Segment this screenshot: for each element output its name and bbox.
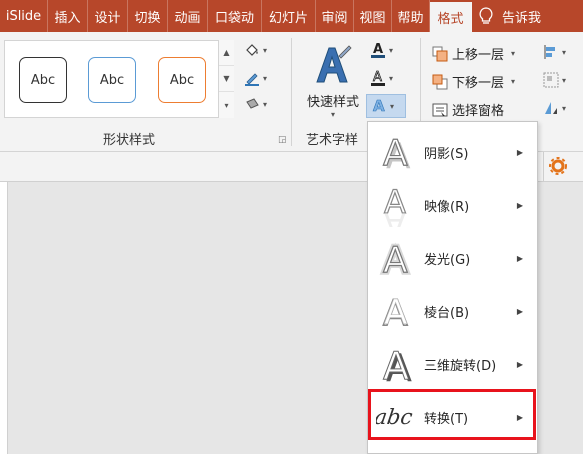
reflection-a-icon: A A [374,179,418,231]
shadow-a-icon: A A [374,126,418,178]
lightbulb-icon[interactable] [472,0,500,32]
selection-pane-icon [432,102,448,118]
slide-thumbnail-pane [0,182,8,454]
shape-effects-button[interactable]: ▾ [244,94,284,114]
svg-text:A: A [373,70,382,85]
svg-text:A: A [384,293,407,331]
glow-a-icon: A A [374,232,418,284]
3d-rotation-a-icon: A A [374,338,418,390]
shape-styles-gallery: Abc Abc Abc [4,40,234,118]
svg-text:A: A [373,97,385,115]
text-fill-button[interactable]: A ▾ [370,40,410,60]
align-icon [543,44,559,60]
shape-effects-icon [244,96,260,112]
shape-style-preset[interactable]: Abc [19,57,67,103]
group-objects-icon [543,72,559,88]
group-objects-button[interactable]: ▾ [543,70,579,90]
quick-styles-button[interactable]: 快速样式 ▾ [302,42,364,119]
svg-text:A: A [383,133,408,172]
rotate-icon [543,100,559,116]
selection-pane-button[interactable]: 选择窗格 [432,100,504,119]
svg-text:A: A [384,205,406,227]
tab-islide[interactable]: iSlide [0,0,48,32]
text-fill-a-icon: A [370,42,386,58]
dialog-launcher-icon[interactable]: ◲ [278,135,287,145]
align-button[interactable]: ▾ [543,42,579,62]
bring-forward-icon [432,46,448,62]
bevel-a-icon: A A [374,285,418,337]
tab-design[interactable]: 设计 [88,0,128,32]
shape-style-preset[interactable]: Abc [158,57,206,103]
svg-text:A: A [383,344,409,385]
transform-highlight-box [368,389,536,440]
text-effects-a-icon: A [371,97,387,115]
tab-transitions[interactable]: 切换 [128,0,168,32]
shape-fill-button[interactable]: ▾ [244,40,284,60]
islide-gear-icon[interactable] [549,157,567,178]
text-outline-button[interactable]: A ▾ [370,68,410,88]
shape-styles-group-label: 形状样式 [103,133,156,148]
tab-format[interactable]: 格式 [430,2,472,32]
menu-item-shadow[interactable]: A A 阴影(S) ▶ [368,126,537,178]
svg-text:A: A [373,42,383,57]
submenu-arrow-icon: ▶ [516,306,523,316]
tab-pocket-animation[interactable]: 口袋动 [208,0,262,32]
wordart-group-label: 艺术字样 [306,133,359,148]
tab-review[interactable]: 审阅 [316,0,354,32]
group-divider [291,38,292,146]
svg-text:A: A [383,240,408,278]
gallery-up-icon[interactable]: ▲ [219,40,234,66]
gallery-more-icon[interactable]: ▾ [219,92,234,118]
rotate-button[interactable]: ▾ [543,98,579,118]
submenu-arrow-icon: ▶ [516,359,523,369]
menu-item-glow[interactable]: A A 发光(G) ▶ [368,232,537,284]
shape-style-preset[interactable]: Abc [88,57,136,103]
pen-outline-icon [244,70,260,86]
submenu-arrow-icon: ▶ [516,253,523,263]
tab-insert[interactable]: 插入 [48,0,88,32]
tell-me-search[interactable]: 告诉我 [500,0,541,32]
shape-outline-button[interactable]: ▾ [244,68,284,88]
submenu-arrow-icon: ▶ [516,200,523,210]
send-backward-button[interactable]: 下移一层 ▾ [432,72,515,91]
tab-slideshow[interactable]: 幻灯片 [262,0,316,32]
gallery-down-icon[interactable]: ▼ [219,66,234,92]
text-effects-button[interactable]: A ▾ [366,94,406,118]
menu-item-reflection[interactable]: A A 映像(R) ▶ [368,179,537,231]
menu-item-bevel[interactable]: A A 棱台(B) ▶ [368,285,537,337]
text-outline-a-icon: A [370,70,386,86]
gallery-scrollbar[interactable]: ▲ ▼ ▾ [218,40,234,118]
paint-bucket-icon [244,42,260,58]
send-backward-icon [432,74,448,90]
submenu-arrow-icon: ▶ [516,147,523,157]
bring-forward-button[interactable]: 上移一层 ▾ [432,44,515,63]
tab-animations[interactable]: 动画 [168,0,208,32]
wordart-quick-styles-icon [316,45,352,83]
tab-view[interactable]: 视图 [354,0,392,32]
tab-help[interactable]: 帮助 [392,0,430,32]
menu-item-3d-rotation[interactable]: A A 三维旋转(D) ▶ [368,338,537,390]
ribbon-tab-bar: iSlide 插入 设计 切换 动画 口袋动 幻灯片 审阅 视图 帮助 格式 告… [0,0,583,32]
